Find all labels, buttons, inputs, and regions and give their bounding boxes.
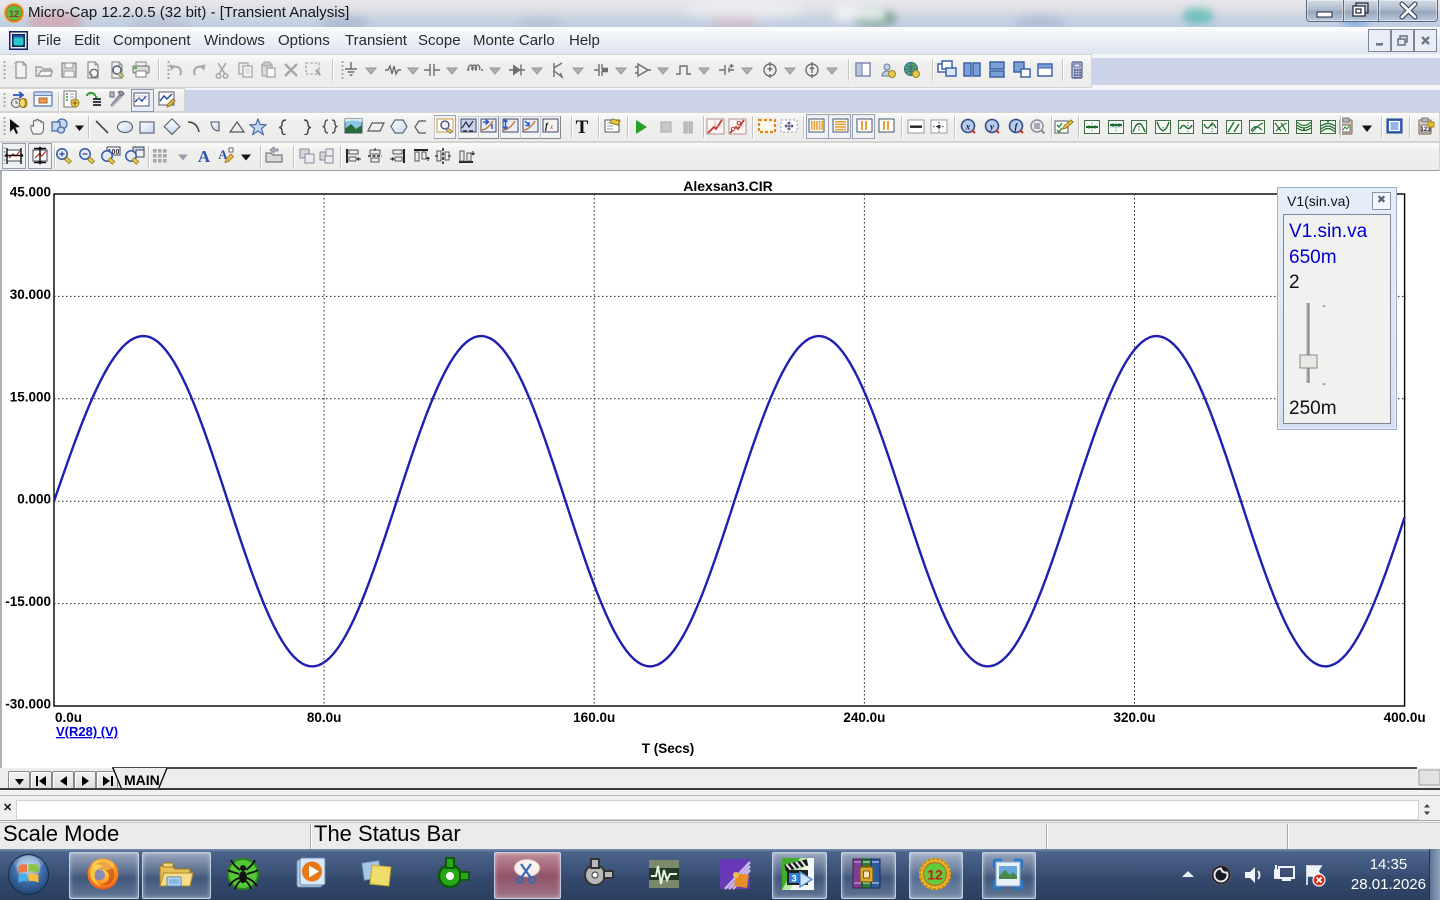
svg-text:Alexsan3.CIR: Alexsan3.CIR — [683, 178, 772, 194]
svg-text:T: T — [576, 117, 589, 137]
svg-text:80.0u: 80.0u — [307, 710, 342, 725]
svg-text:123: 123 — [1420, 127, 1431, 133]
svg-text:T (Secs): T (Secs) — [642, 741, 695, 756]
svg-text:-: - — [1322, 300, 1326, 312]
svg-text:V(R28) (V): V(R28) (V) — [56, 724, 118, 739]
svg-text:MAIN: MAIN — [124, 772, 160, 788]
svg-text:12: 12 — [927, 867, 943, 883]
svg-text:-: - — [1322, 378, 1326, 390]
svg-text:15.000: 15.000 — [10, 389, 51, 404]
svg-text:-15.000: -15.000 — [5, 594, 51, 609]
svg-text:45.000: 45.000 — [10, 185, 51, 200]
svg-text:320.0u: 320.0u — [1113, 710, 1155, 725]
svg-text:A: A — [198, 147, 211, 165]
svg-text:0.0u: 0.0u — [55, 710, 82, 725]
svg-text:12: 12 — [9, 9, 19, 19]
svg-text:x: x — [965, 122, 971, 132]
svg-text:3: 3 — [791, 874, 796, 885]
svg-text:30.000: 30.000 — [10, 287, 51, 302]
svg-text:-30.000: -30.000 — [5, 697, 51, 712]
svg-text:400.0u: 400.0u — [1384, 710, 1426, 725]
svg-text:160.0u: 160.0u — [573, 710, 615, 725]
svg-text:240.0u: 240.0u — [843, 710, 885, 725]
svg-text:0.000: 0.000 — [17, 492, 51, 507]
